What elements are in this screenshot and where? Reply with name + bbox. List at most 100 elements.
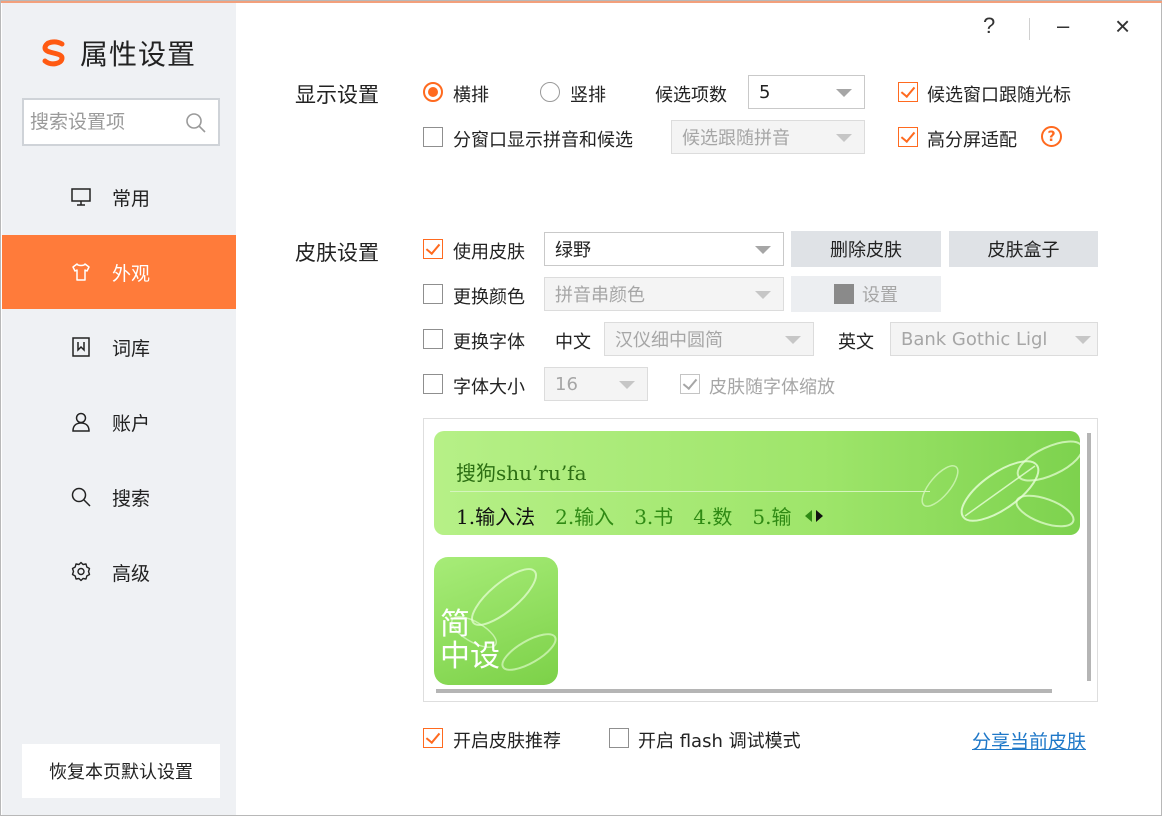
search-input[interactable] [30, 111, 180, 133]
brand: 属性设置 [38, 33, 196, 73]
search-box[interactable] [22, 98, 220, 146]
window-title: 属性设置 [80, 38, 197, 71]
sidebar-item-dictionary[interactable]: 词库 [2, 310, 236, 384]
split-window-checkbox[interactable] [423, 127, 443, 147]
preview-vertical-scrollbar[interactable] [1087, 433, 1091, 681]
follow-cursor-label: 候选窗口跟随光标 [927, 85, 1071, 106]
chinese-font-value: 汉仪细中圆简 [615, 330, 723, 351]
candidate-count-value: 5 [759, 81, 771, 103]
scale-with-font-label: 皮肤随字体缩放 [709, 377, 835, 398]
reset-defaults-button[interactable]: 恢复本页默认设置 [22, 744, 220, 798]
flash-debug-checkbox[interactable] [609, 728, 629, 748]
shirt-icon [72, 263, 90, 281]
color-swatch [834, 284, 854, 304]
use-skin-checkbox[interactable] [423, 239, 443, 259]
horizontal-label: 横排 [453, 85, 489, 106]
preview-candidate: 5.输 [752, 505, 792, 529]
preview-candidate: 1.输入法 [456, 505, 536, 529]
sidebar-item-common[interactable]: 常用 [2, 160, 236, 234]
chevron-down-icon [836, 134, 852, 142]
status-mode-text: 简 [440, 607, 470, 642]
hidpi-label: 高分屏适配 [927, 130, 1017, 151]
leaf-decoration-icon [921, 440, 1080, 528]
split-window-label: 分窗口显示拼音和候选 [453, 130, 633, 151]
skin-value: 绿野 [555, 240, 591, 261]
preview-candidate: 4.数 [693, 505, 733, 529]
skin-select[interactable]: 绿野 [544, 232, 784, 266]
color-target-select[interactable]: 拼音串颜色 [544, 277, 784, 311]
sidebar-item-appearance[interactable]: 外观 [2, 235, 236, 309]
preview-candidate: 2.输入 [555, 505, 615, 529]
change-font-checkbox[interactable] [423, 329, 443, 349]
search-icon[interactable] [184, 111, 208, 135]
preview-pinyin: 搜狗shu’ru’fa [456, 461, 587, 485]
monitor-icon [71, 188, 91, 206]
split-window-value: 候选跟随拼音 [682, 128, 790, 149]
sidebar-item-advanced[interactable]: 高级 [2, 535, 236, 609]
sidebar-item-label: 高级 [112, 562, 151, 585]
prev-page-icon [805, 509, 813, 522]
font-size-select[interactable]: 16 [544, 367, 648, 401]
titlebar-divider [1029, 18, 1030, 40]
help-button[interactable]: ? [983, 13, 995, 39]
horizontal-radio[interactable] [423, 82, 443, 102]
split-window-select[interactable]: 候选跟随拼音 [671, 120, 865, 154]
candidate-count-label: 候选项数 [655, 85, 727, 106]
english-font-select[interactable]: Bank Gothic Ligl [890, 322, 1098, 356]
flash-debug-label: 开启 flash 调试模式 [638, 731, 801, 752]
color-set-label: 设置 [862, 285, 898, 306]
preview-candidates: 1.输入法 2.输入 3.书 4.数 5.输 [456, 501, 824, 530]
gear-icon [71, 561, 91, 582]
chevron-down-icon [755, 291, 771, 299]
preview-divider [450, 491, 930, 492]
sidebar-item-label: 搜索 [112, 487, 151, 510]
dictionary-icon [72, 337, 90, 357]
preview-candidate-bar: 搜狗shu’ru’fa 1.输入法 2.输入 3.书 4.数 5.输 [434, 431, 1080, 535]
page-arrows [805, 509, 824, 522]
skin-recommend-checkbox[interactable] [423, 728, 443, 748]
user-icon [72, 412, 90, 432]
chinese-font-label: 中文 [555, 332, 591, 353]
sidebar-item-label: 常用 [112, 187, 151, 210]
minimize-button[interactable]: – [1057, 13, 1069, 39]
chevron-down-icon [619, 381, 635, 389]
font-size-value: 16 [555, 373, 578, 395]
change-font-label: 更换字体 [453, 332, 525, 353]
font-size-checkbox[interactable] [423, 374, 443, 394]
english-font-label: 英文 [838, 332, 874, 353]
vertical-radio[interactable] [540, 82, 560, 102]
close-button[interactable]: × [1115, 11, 1130, 42]
scale-with-font-checkbox[interactable] [680, 374, 700, 394]
change-color-checkbox[interactable] [423, 284, 443, 304]
preview-horizontal-scrollbar[interactable] [436, 689, 1052, 693]
sidebar-item-account[interactable]: 账户 [2, 385, 236, 459]
search-icon [71, 487, 91, 507]
sidebar-item-label: 账户 [112, 412, 151, 435]
display-section-label: 显示设置 [295, 83, 379, 107]
candidate-count-select[interactable]: 5 [748, 75, 865, 109]
sidebar: 属性设置 常用 外观 [2, 3, 236, 815]
color-set-button[interactable]: 设置 [791, 276, 941, 312]
chinese-font-select[interactable]: 汉仪细中圆简 [604, 322, 814, 356]
follow-cursor-checkbox[interactable] [898, 82, 918, 102]
share-skin-link[interactable]: 分享当前皮肤 [972, 727, 1086, 754]
vertical-label: 竖排 [570, 85, 606, 106]
color-target-value: 拼音串颜色 [555, 285, 645, 306]
skin-box-button[interactable]: 皮肤盒子 [949, 231, 1098, 267]
font-size-label: 字体大小 [453, 377, 525, 398]
status-mode-text: 中设 [440, 639, 500, 674]
sogou-logo-icon [42, 39, 65, 67]
sidebar-item-search[interactable]: 搜索 [2, 460, 236, 534]
question-icon[interactable]: ? [1041, 126, 1062, 147]
hidpi-checkbox[interactable] [898, 127, 918, 147]
delete-skin-button[interactable]: 删除皮肤 [791, 231, 941, 267]
sidebar-item-label: 外观 [112, 262, 151, 285]
skin-recommend-label: 开启皮肤推荐 [453, 731, 561, 752]
english-font-value: Bank Gothic Ligl [901, 328, 1048, 350]
chevron-down-icon [836, 89, 852, 97]
preview-candidate: 3.书 [634, 505, 674, 529]
chevron-down-icon [1075, 336, 1091, 344]
chevron-down-icon [755, 246, 771, 254]
change-color-label: 更换颜色 [453, 287, 525, 308]
preview-status-bar: 简 中设 [434, 557, 558, 685]
